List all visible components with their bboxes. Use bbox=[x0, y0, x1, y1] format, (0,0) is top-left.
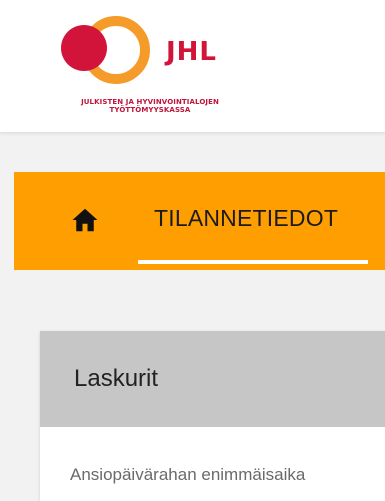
logo-name: JHL bbox=[166, 37, 218, 67]
calculators-card: Laskurit Ansiopäivärahan enimmäisaika bbox=[40, 331, 385, 501]
logo-tagline-line1: JULKISTEN JA HYVINVOINTIALOJEN bbox=[81, 98, 219, 106]
calculator-link-earnings-allowance[interactable]: Ansiopäivärahan enimmäisaika bbox=[70, 465, 305, 485]
site-header: JHL JULKISTEN JA HYVINVOINTIALOJEN TYÖTT… bbox=[0, 0, 385, 133]
logo-tagline: JULKISTEN JA HYVINVOINTIALOJEN TYÖTTÖMYY… bbox=[50, 98, 250, 114]
active-tab-indicator bbox=[138, 260, 368, 264]
tab-tilannetiedot-label: TILANNETIEDOT bbox=[154, 205, 339, 231]
home-icon[interactable] bbox=[70, 205, 100, 235]
logo-tagline-line2: TYÖTTÖMYYSKASSA bbox=[109, 106, 191, 114]
page: JHL JULKISTEN JA HYVINVOINTIALOJEN TYÖTT… bbox=[0, 0, 385, 501]
card-title: Laskurit bbox=[74, 365, 159, 392]
logo-mark-icon bbox=[61, 16, 150, 84]
main-nav: TILANNETIEDOT bbox=[14, 172, 385, 270]
tab-tilannetiedot[interactable]: TILANNETIEDOT bbox=[138, 172, 370, 270]
jhl-logo[interactable]: JHL JULKISTEN JA HYVINVOINTIALOJEN TYÖTT… bbox=[50, 12, 250, 122]
card-header: Laskurit bbox=[40, 331, 385, 427]
